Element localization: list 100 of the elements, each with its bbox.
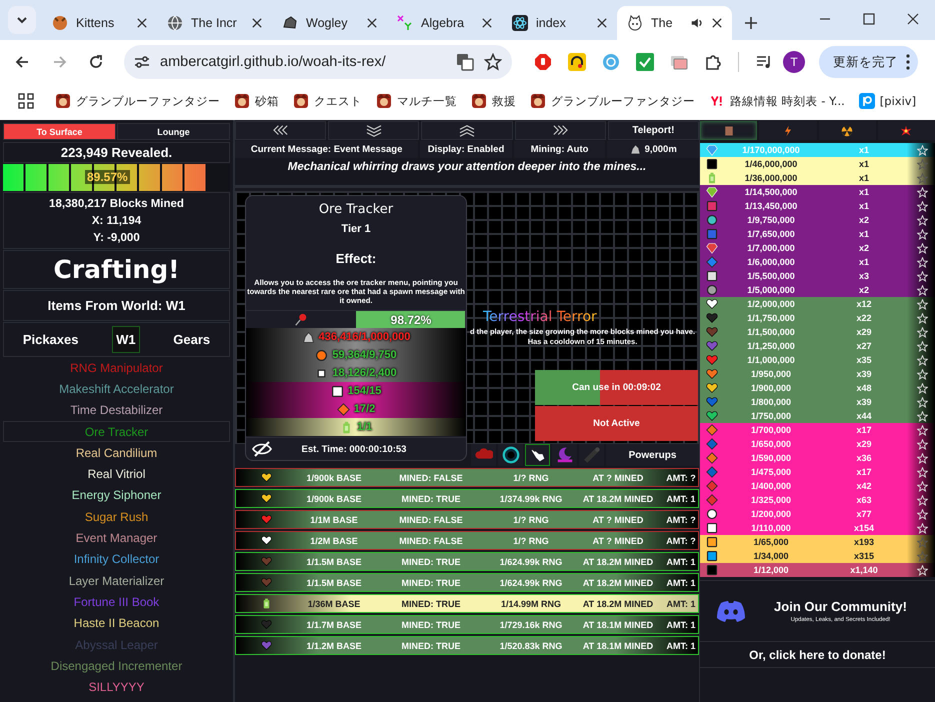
browser-tab[interactable]: Algebra	[387, 6, 502, 40]
base-rarity: 1/1.7M BASE	[306, 620, 362, 630]
close-icon[interactable]	[482, 18, 492, 28]
crafting-item[interactable]: Makeshift Accelerator	[3, 378, 230, 400]
eye-slash-icon[interactable]	[252, 441, 272, 457]
ore-category-tab[interactable]	[818, 121, 876, 140]
media-icon[interactable]	[755, 53, 773, 71]
crafting-item[interactable]: Disengaged Incrementer	[3, 655, 230, 676]
browser-tab[interactable]: Kittens	[42, 6, 157, 40]
ore-count: x1,140	[850, 565, 878, 575]
ore-rarity: 1/800,000	[750, 397, 792, 407]
puzzle-icon[interactable]	[704, 53, 722, 71]
crafting-item[interactable]: Layer Materializer	[3, 570, 230, 592]
ore-category-tab[interactable]	[878, 121, 935, 140]
apps-grid-icon[interactable]	[18, 93, 34, 109]
move-left-button[interactable]	[235, 121, 326, 140]
crafting-item[interactable]: Haste II Beacon	[3, 612, 230, 634]
ore-rarity: 1/1,750,000	[747, 313, 795, 323]
ore-rarity: 1/46,000,000	[744, 159, 798, 169]
bookmark[interactable]: マルチ一覧	[369, 93, 464, 109]
bookmark[interactable]: クエスト	[286, 93, 369, 109]
close-icon[interactable]	[367, 18, 377, 28]
donate-link[interactable]: Or, click here to donate!	[700, 642, 935, 668]
bookmark[interactable]: 砂箱	[227, 93, 286, 109]
pushpin-icon[interactable]	[294, 312, 308, 326]
reload-icon[interactable]	[88, 54, 104, 70]
chevrons-down-icon	[364, 124, 384, 138]
close-icon[interactable]	[137, 18, 147, 28]
category-tab[interactable]: Gears	[169, 326, 214, 353]
crafting-item[interactable]: Real Vitriol	[3, 463, 230, 485]
status-button[interactable]: Not Active	[535, 406, 698, 441]
profile-avatar[interactable]: T	[783, 51, 805, 73]
powerups-button[interactable]: Powerups	[606, 444, 699, 466]
requirement-amount: 154/15	[348, 385, 382, 397]
close-icon[interactable]	[252, 18, 262, 28]
browser-tab[interactable]: The Incr	[157, 6, 272, 40]
ore-rarity: 1/1,000,000	[747, 355, 795, 365]
star-icon[interactable]	[917, 158, 928, 170]
close-icon[interactable]	[712, 18, 722, 28]
ore-rarity: 1/7,000,000	[747, 243, 795, 253]
crafting-item[interactable]: Energy Siphoner	[3, 484, 230, 506]
rng-rarity: 1/? RNG	[513, 536, 549, 546]
move-right-button[interactable]	[514, 121, 606, 140]
teleport-button[interactable]: Teleport!	[608, 121, 699, 140]
crafting-item[interactable]: Ore Tracker	[3, 420, 230, 442]
update-button[interactable]: 更新を完了	[819, 46, 918, 78]
ore-category-tab[interactable]	[700, 121, 758, 140]
base-rarity: 1/900k BASE	[306, 494, 362, 504]
star-icon[interactable]	[484, 53, 502, 71]
amount: AMT: 1	[666, 494, 696, 504]
cat-icon	[627, 15, 643, 31]
stop-hand-icon[interactable]	[534, 53, 552, 71]
bookmark[interactable]: 路線情報 時刻表 - Y...	[702, 94, 852, 108]
bookmark[interactable]: グランブルーファンタジー	[48, 93, 227, 109]
bookmark[interactable]: グランブルーファンタジー	[523, 93, 702, 109]
maximize-icon[interactable]	[863, 13, 875, 25]
back-arrow-icon[interactable]	[14, 54, 30, 70]
powerup-button[interactable]	[525, 444, 550, 466]
rock-icon	[630, 144, 641, 155]
nav-button[interactable]: Lounge	[117, 123, 230, 140]
star-icon[interactable]	[917, 550, 928, 562]
category-tab[interactable]: W1	[112, 326, 140, 353]
move-up-button[interactable]	[421, 121, 513, 140]
browser-tab[interactable]: index	[502, 6, 617, 40]
bookmark[interactable]: 救援	[464, 93, 523, 109]
checkmark-icon[interactable]	[636, 53, 654, 71]
category-tab[interactable]: Pickaxes	[18, 326, 82, 353]
nav-button[interactable]: To Surface	[3, 123, 116, 140]
ore-count: x42	[856, 481, 872, 491]
crafting-item[interactable]: Time Destabilizer	[3, 400, 230, 421]
crafting-item[interactable]: Event Manager	[3, 527, 230, 549]
star-icon[interactable]	[917, 172, 928, 184]
browser-tab[interactable]: The	[617, 6, 732, 40]
headphones-icon[interactable]	[568, 53, 586, 71]
move-down-button[interactable]	[328, 121, 420, 140]
powerup-button[interactable]	[498, 444, 523, 466]
star-icon[interactable]	[917, 536, 928, 548]
bookmark[interactable]: [pixiv]	[852, 93, 924, 109]
rng-rarity: 1/? RNG	[513, 514, 549, 524]
base-rarity: 1/1.5M BASE	[306, 578, 362, 588]
tab-search-button[interactable]	[8, 6, 36, 34]
ore-rarity: 1/590,000	[750, 453, 792, 463]
cards-icon[interactable]	[670, 53, 688, 71]
ore-rarity: 1/400,000	[750, 481, 792, 491]
crafting-item[interactable]: Sugar Rush	[3, 506, 230, 528]
rng-rarity: 1/520.83k RNG	[500, 640, 562, 650]
ore-rarity: 1/34,000	[753, 551, 789, 561]
ore-rarity: 1/1,500,000	[747, 327, 795, 337]
ore-rarity: 1/9,750,000	[747, 215, 795, 225]
crafting-item[interactable]: SILLYYYY	[3, 676, 230, 698]
crafting-item[interactable]: Real Candilium	[3, 442, 230, 464]
address-bar[interactable]: ambercatgirl.github.io/woah-its-rex/	[124, 45, 512, 79]
close-icon[interactable]	[597, 18, 607, 28]
site-settings-icon[interactable]	[134, 54, 150, 70]
crafting-item[interactable]: Infinity Collector	[3, 548, 230, 570]
browser-tab[interactable]: Wogley	[272, 6, 387, 40]
mined-status: MINED: TRUE	[402, 620, 460, 630]
plus-icon[interactable]	[744, 16, 758, 30]
close-icon[interactable]	[907, 13, 919, 25]
mined-at: AT 18.1M MINED	[582, 620, 654, 630]
